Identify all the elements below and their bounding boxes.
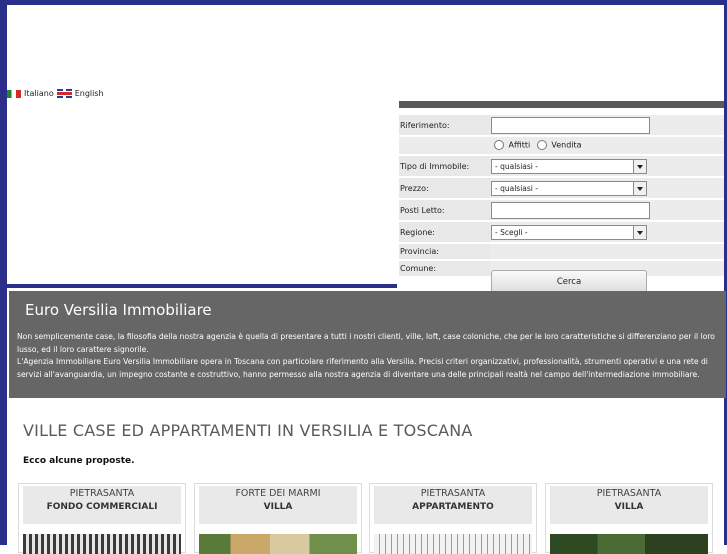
- listing-type: VILLA: [614, 502, 644, 512]
- lang-english-link[interactable]: English: [75, 89, 104, 98]
- intro-paragraph-2: L'Agenzia Immobiliare Euro Versilia Immo…: [17, 357, 708, 379]
- riferimento-input[interactable]: [491, 117, 650, 134]
- vendita-radio[interactable]: [536, 140, 547, 150]
- listing-card[interactable]: PIETRASANTA APPARTAMENTO: [369, 483, 537, 554]
- provincia-label: Provincia:: [400, 247, 439, 256]
- italian-flag-icon[interactable]: [7, 89, 21, 98]
- intro-text: Non semplicemente case, la filosofia del…: [17, 331, 722, 381]
- intro-box: Euro Versilia Immobiliare Non sempliceme…: [9, 291, 726, 398]
- chevron-down-icon: [633, 160, 646, 173]
- affitti-label: Affitti: [508, 140, 531, 150]
- chevron-down-icon: [633, 226, 646, 239]
- tipo-label: Tipo di Immobile:: [400, 162, 470, 171]
- regione-select[interactable]: - Scegli -: [491, 225, 647, 240]
- listing-photo[interactable]: [374, 534, 532, 554]
- posti-label: Posti Letto:: [400, 206, 445, 215]
- listing-location: PIETRASANTA: [596, 488, 662, 499]
- listing-type: VILLA: [263, 502, 293, 512]
- listing-card[interactable]: FORTE DEI MARMI VILLA: [194, 483, 362, 554]
- comune-label: Comune:: [400, 264, 437, 273]
- riferimento-row: Riferimento:: [399, 115, 724, 135]
- listing-photo[interactable]: [199, 534, 357, 554]
- posti-row: Posti Letto:: [399, 200, 724, 220]
- listing-location: PIETRASANTA: [69, 488, 135, 499]
- regione-row: Regione: - Scegli -: [399, 222, 724, 242]
- prezzo-select[interactable]: - qualsiasi -: [491, 181, 647, 196]
- vendita-label: Vendita: [551, 140, 582, 150]
- prezzo-row: Prezzo: - qualsiasi -: [399, 178, 724, 198]
- listing-card[interactable]: PIETRASANTA VILLA: [545, 483, 713, 554]
- posti-input[interactable]: [491, 202, 650, 219]
- intro-paragraph-1: Non semplicemente case, la filosofia del…: [17, 332, 715, 354]
- proposals-subheading: Ecco alcune proposte.: [23, 456, 135, 466]
- listing-type: FONDO COMMERCIALI: [46, 502, 158, 512]
- lang-italiano-link[interactable]: Italiano: [24, 89, 54, 98]
- listing-location: PIETRASANTA: [420, 488, 486, 499]
- listing-location: FORTE DEI MARMI: [235, 488, 321, 499]
- uk-flag-icon[interactable]: [56, 89, 72, 98]
- intro-title: Euro Versilia Immobiliare: [25, 301, 212, 319]
- search-panel: Riferimento: Affitti Vendita Tipo di Imm…: [399, 101, 724, 298]
- listing-photo[interactable]: [23, 534, 181, 554]
- chevron-down-icon: [633, 182, 646, 195]
- contract-row: Affitti Vendita: [399, 137, 724, 154]
- listing-card[interactable]: PIETRASANTA FONDO COMMERCIALI: [18, 483, 186, 554]
- listing-type: APPARTAMENTO: [412, 502, 494, 512]
- tipo-select[interactable]: - qualsiasi -: [491, 159, 647, 174]
- affitti-radio[interactable]: [494, 140, 504, 150]
- page-heading: VILLE CASE ED APPARTAMENTI IN VERSILIA E…: [23, 421, 473, 440]
- divider-line: [7, 284, 397, 288]
- language-switcher: Italiano English: [7, 89, 104, 98]
- listing-photo[interactable]: [550, 534, 708, 554]
- regione-label: Regione:: [400, 228, 436, 237]
- prezzo-label: Prezzo:: [400, 184, 429, 193]
- provincia-row: Provincia:: [399, 244, 724, 259]
- riferimento-label: Riferimento:: [400, 121, 450, 130]
- tipo-row: Tipo di Immobile: - qualsiasi -: [399, 156, 724, 176]
